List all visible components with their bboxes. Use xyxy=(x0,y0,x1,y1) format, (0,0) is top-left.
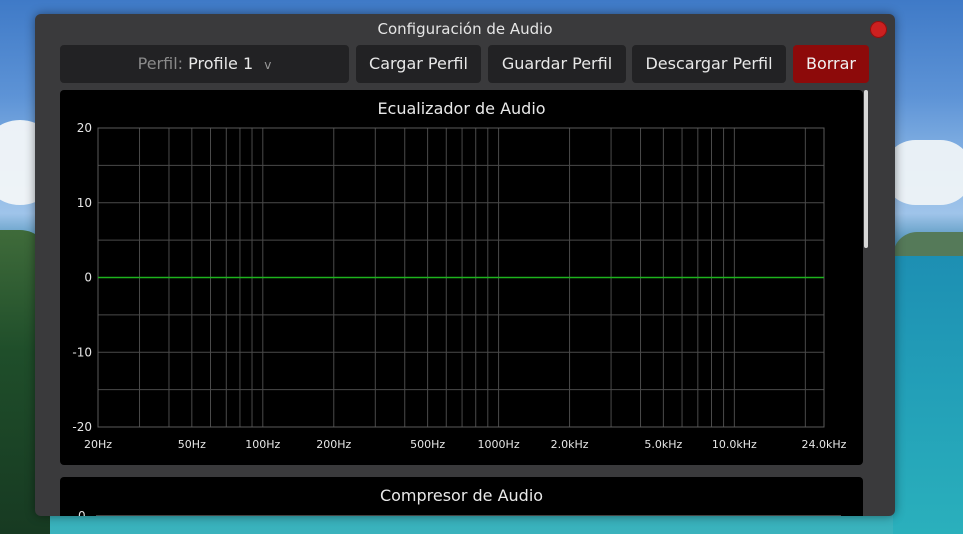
delete-profile-button[interactable]: Borrar xyxy=(793,45,869,83)
x-tick-label: 20Hz xyxy=(84,438,112,451)
profile-value: Profile 1 xyxy=(188,54,254,73)
equalizer-panel: Ecualizador de Audio 20 10 0 -10 -20 20Hz 50Hz… xyxy=(60,90,863,465)
x-tick-label: 50Hz xyxy=(178,438,206,451)
background-sea xyxy=(893,256,963,534)
audio-settings-window: Configuración de Audio Perfil: Profile 1… xyxy=(35,14,895,516)
background-cloud xyxy=(883,140,963,205)
scrollbar[interactable] xyxy=(863,90,869,515)
x-tick-label: 500Hz xyxy=(410,438,445,451)
profile-toolbar: Perfil: Profile 1 v Cargar Perfil Guarda… xyxy=(60,45,870,83)
background-hill xyxy=(893,232,963,256)
compressor-gridline xyxy=(96,515,841,516)
y-tick-label: -10 xyxy=(72,345,92,359)
y-tick-label: 10 xyxy=(77,196,92,210)
compressor-title: Compresor de Audio xyxy=(379,486,544,505)
profile-label: Perfil: xyxy=(137,54,184,73)
x-tick-label: 10.0kHz xyxy=(712,438,757,451)
profile-select[interactable]: Perfil: Profile 1 v xyxy=(60,45,349,83)
chevron-down-icon: v xyxy=(264,58,272,72)
y-tick-label: 0 xyxy=(84,271,92,285)
scrollbar-thumb[interactable] xyxy=(864,90,868,248)
window-title: Configuración de Audio xyxy=(377,20,553,38)
x-tick-label: 24.0kHz xyxy=(802,438,847,451)
compressor-panel: Compresor de Audio 0 xyxy=(60,477,863,516)
x-tick-label: 100Hz xyxy=(245,438,280,451)
close-button[interactable] xyxy=(870,21,887,38)
equalizer-chart[interactable]: 20 10 0 -10 -20 20Hz 50Hz 100Hz 200Hz 500Hz 1000Hz… xyxy=(60,90,863,465)
x-tick-label: 2.0kHz xyxy=(551,438,589,451)
download-profile-button[interactable]: Descargar Perfil xyxy=(632,45,786,83)
x-tick-label: 1000Hz xyxy=(478,438,520,451)
x-tick-label: 200Hz xyxy=(316,438,351,451)
x-tick-label: 5.0kHz xyxy=(644,438,682,451)
compressor-y-tick: 0 xyxy=(78,509,86,516)
y-tick-label: 20 xyxy=(77,121,92,135)
save-profile-button[interactable]: Guardar Perfil xyxy=(488,45,626,83)
load-profile-button[interactable]: Cargar Perfil xyxy=(356,45,481,83)
y-tick-label: -20 xyxy=(72,420,92,434)
